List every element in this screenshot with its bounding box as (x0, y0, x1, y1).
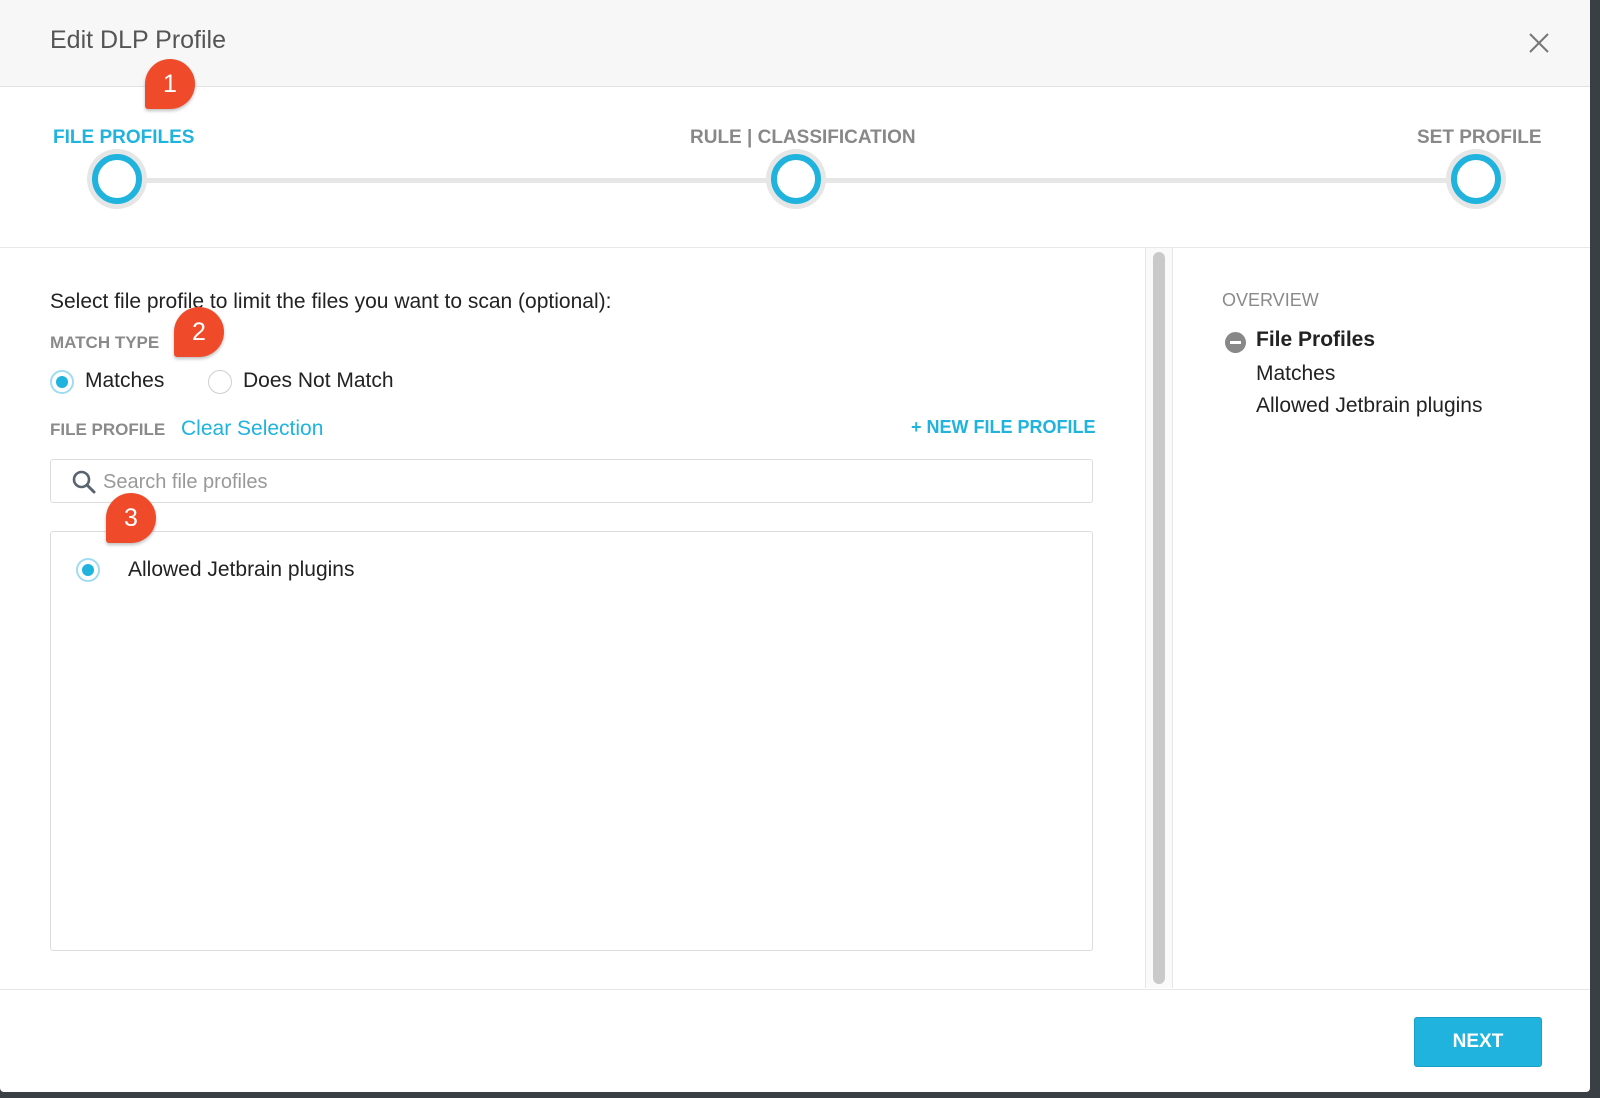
overview-line-match: Matches (1256, 362, 1336, 385)
wizard-stepper: FILE PROFILES RULE | CLASSIFICATION SET … (0, 87, 1590, 248)
step-label-set-profile[interactable]: SET PROFILE (1417, 127, 1542, 149)
radio-matches-label[interactable]: Matches (85, 369, 164, 393)
dialog-title: Edit DLP Profile (50, 26, 227, 54)
overview-line-profile: Allowed Jetbrain plugins (1256, 394, 1483, 417)
overview-title: OVERVIEW (1222, 290, 1319, 310)
step-label-rule-classification[interactable]: RULE | CLASSIFICATION (690, 127, 916, 149)
search-icon (71, 469, 97, 500)
file-profile-list: Allowed Jetbrain plugins (50, 531, 1093, 951)
step-label-file-profiles[interactable]: FILE PROFILES (53, 127, 194, 149)
step-marker-2: 2 (174, 307, 224, 357)
scrollbar-thumb[interactable] (1153, 252, 1165, 984)
radio-does-not-match-label[interactable]: Does Not Match (243, 369, 394, 393)
file-profile-label: FILE PROFILE (50, 420, 166, 439)
new-file-profile-link[interactable]: + NEW FILE PROFILE (911, 417, 1096, 438)
file-profile-panel: Select file profile to limit the files y… (0, 248, 1145, 988)
step-marker-1: 1 (145, 59, 195, 109)
step-dot-rule-classification[interactable] (771, 154, 821, 204)
edit-dlp-profile-dialog: Edit DLP Profile FILE PROFILES RULE | CL… (0, 0, 1590, 1092)
match-type-label: MATCH TYPE (50, 333, 160, 352)
instructions-text: Select file profile to limit the files y… (50, 290, 612, 313)
overview-panel: OVERVIEW File Profiles Matches Allowed J… (1172, 248, 1590, 988)
search-input[interactable] (101, 466, 1065, 498)
profile-label[interactable]: Allowed Jetbrain plugins (128, 558, 354, 582)
search-box (50, 459, 1093, 503)
next-button[interactable]: NEXT (1414, 1017, 1542, 1067)
clear-selection-link[interactable]: Clear Selection (181, 417, 323, 441)
radio-matches[interactable] (50, 370, 74, 394)
overview-heading: File Profiles (1256, 328, 1376, 351)
step-dot-file-profiles[interactable] (92, 154, 142, 204)
step-dot-set-profile[interactable] (1451, 154, 1501, 204)
collapse-minus-icon[interactable] (1225, 332, 1246, 353)
close-icon[interactable] (1526, 30, 1552, 56)
dialog-header: Edit DLP Profile (0, 0, 1590, 87)
dialog-footer: NEXT (0, 989, 1590, 1092)
profile-radio[interactable] (76, 558, 100, 582)
radio-does-not-match[interactable] (208, 370, 232, 394)
step-marker-3: 3 (106, 493, 156, 543)
scrollbar[interactable] (1145, 248, 1173, 988)
